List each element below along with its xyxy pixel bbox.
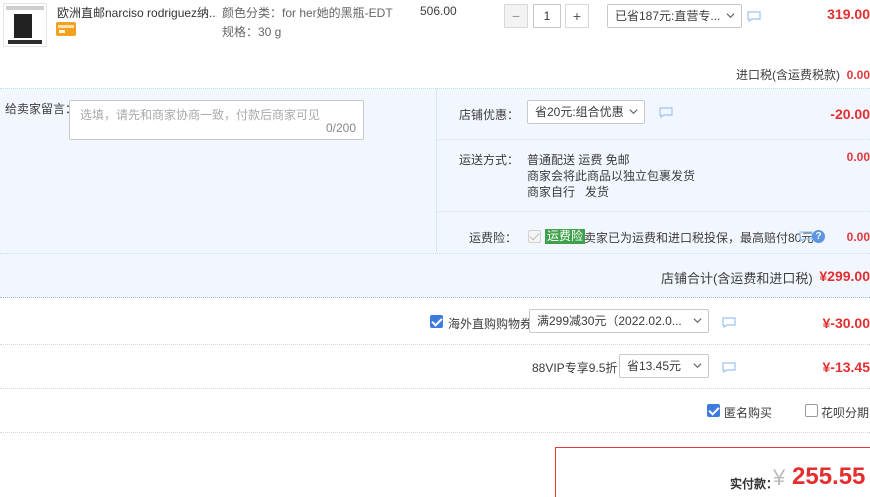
insurance-value: 0.00	[846, 230, 870, 244]
anonymous-checkbox[interactable]	[707, 404, 720, 417]
installment-checkbox[interactable]	[805, 404, 818, 417]
chat-icon[interactable]	[747, 11, 761, 22]
row-divider	[0, 432, 870, 433]
chevron-down-icon	[629, 109, 638, 115]
vip-select-value: 省13.45元	[627, 359, 682, 373]
chat-icon[interactable]	[722, 317, 736, 328]
panel-divider-line	[437, 211, 870, 212]
coupon-select-value: 满299减30元（2022.02.0...	[537, 314, 682, 328]
coupon-select[interactable]: 满299减30元（2022.02.0...	[529, 309, 709, 333]
shop-discount-select[interactable]: 省20元:组合优惠	[527, 100, 645, 124]
memo-field[interactable]: 0/200	[69, 100, 364, 140]
shop-total-label: 店铺合计(含运费和进口税)	[661, 271, 813, 286]
chevron-down-icon	[693, 363, 702, 369]
product-thumbnail[interactable]	[3, 3, 47, 47]
panel-divider-line	[0, 253, 870, 254]
shipping-label: 运送方式：	[459, 153, 520, 167]
shop-discount-select-value: 省20元:组合优惠	[535, 105, 624, 119]
quantity-input[interactable]	[533, 4, 561, 28]
item-discount-select-value: 已省187元:直营专...	[615, 9, 721, 23]
payment-currency: ¥	[773, 465, 786, 490]
shop-total-value: ¥299.00	[819, 268, 870, 284]
chat-icon[interactable]	[659, 107, 673, 118]
insurance-text: 卖家已为运费和进口税投保，最高赔付80元	[584, 231, 814, 245]
item-discount-select[interactable]: 已省187元:直营专...	[607, 4, 742, 28]
coupon-checkbox[interactable]	[430, 315, 443, 328]
shop-discount-value: -20.00	[830, 106, 870, 122]
item-total: 319.00	[827, 6, 870, 22]
thumb-label	[6, 6, 44, 10]
memo-char-count: 0/200	[325, 121, 356, 135]
import-tax-value: 0.00	[846, 68, 870, 82]
memo-input[interactable]	[80, 106, 350, 122]
coupon-label: 海外直购购物券	[448, 317, 533, 331]
chat-icon[interactable]	[722, 362, 736, 373]
import-tax-row: 进口税(含运费税款) 0.00	[736, 66, 870, 83]
row-divider	[0, 388, 870, 389]
thumb-bottle	[14, 14, 32, 38]
panel-divider	[436, 88, 437, 253]
sku-spec: 规格：30 g	[222, 25, 282, 39]
shipping-sender: 商家自行 发货	[527, 185, 610, 199]
vip-select[interactable]: 省13.45元	[619, 354, 709, 378]
payment-amount: 255.55	[792, 463, 866, 490]
memo-label: 给卖家留言：	[5, 102, 78, 116]
thumb-box	[8, 40, 42, 44]
anonymous-label[interactable]: 匿名购买	[724, 404, 772, 421]
import-tax-label: 进口税(含运费税款)	[735, 68, 840, 82]
quantity-stepper: − +	[504, 4, 590, 28]
quantity-plus-button[interactable]: +	[565, 4, 589, 28]
shop-discount-label: 店铺优惠：	[459, 108, 520, 122]
credit-card-icon	[56, 22, 76, 36]
insurance-tag: 运费险	[545, 229, 586, 244]
vip-value: ¥-13.45	[822, 359, 870, 375]
help-icon[interactable]: ?	[812, 230, 825, 243]
chevron-down-icon	[726, 13, 735, 19]
vip-label: 88VIP专享9.5折	[532, 361, 618, 375]
shipping-value: 0.00	[846, 150, 870, 164]
quantity-minus-button[interactable]: −	[504, 4, 528, 28]
payment-label: 实付款：	[730, 477, 779, 491]
installment-label[interactable]: 花呗分期	[821, 404, 869, 421]
insurance-checkbox	[528, 230, 541, 243]
chat-icon[interactable]	[799, 231, 813, 242]
chevron-down-icon	[693, 318, 702, 324]
coupon-value: ¥-30.00	[822, 315, 870, 331]
sku-color: 颜色分类：for her她的黑瓶-EDT	[222, 6, 393, 20]
panel-divider-line	[437, 139, 870, 140]
insurance-label: 运费险：	[469, 231, 518, 245]
unit-price: 506.00	[420, 4, 457, 18]
shipping-note: 商家会将此商品以独立包裹发货	[527, 169, 696, 183]
product-title[interactable]: 欧洲直邮narciso rodriguez纳...	[57, 4, 217, 21]
row-divider	[0, 344, 870, 345]
shipping-method: 普通配送 运费 免邮	[527, 153, 630, 167]
